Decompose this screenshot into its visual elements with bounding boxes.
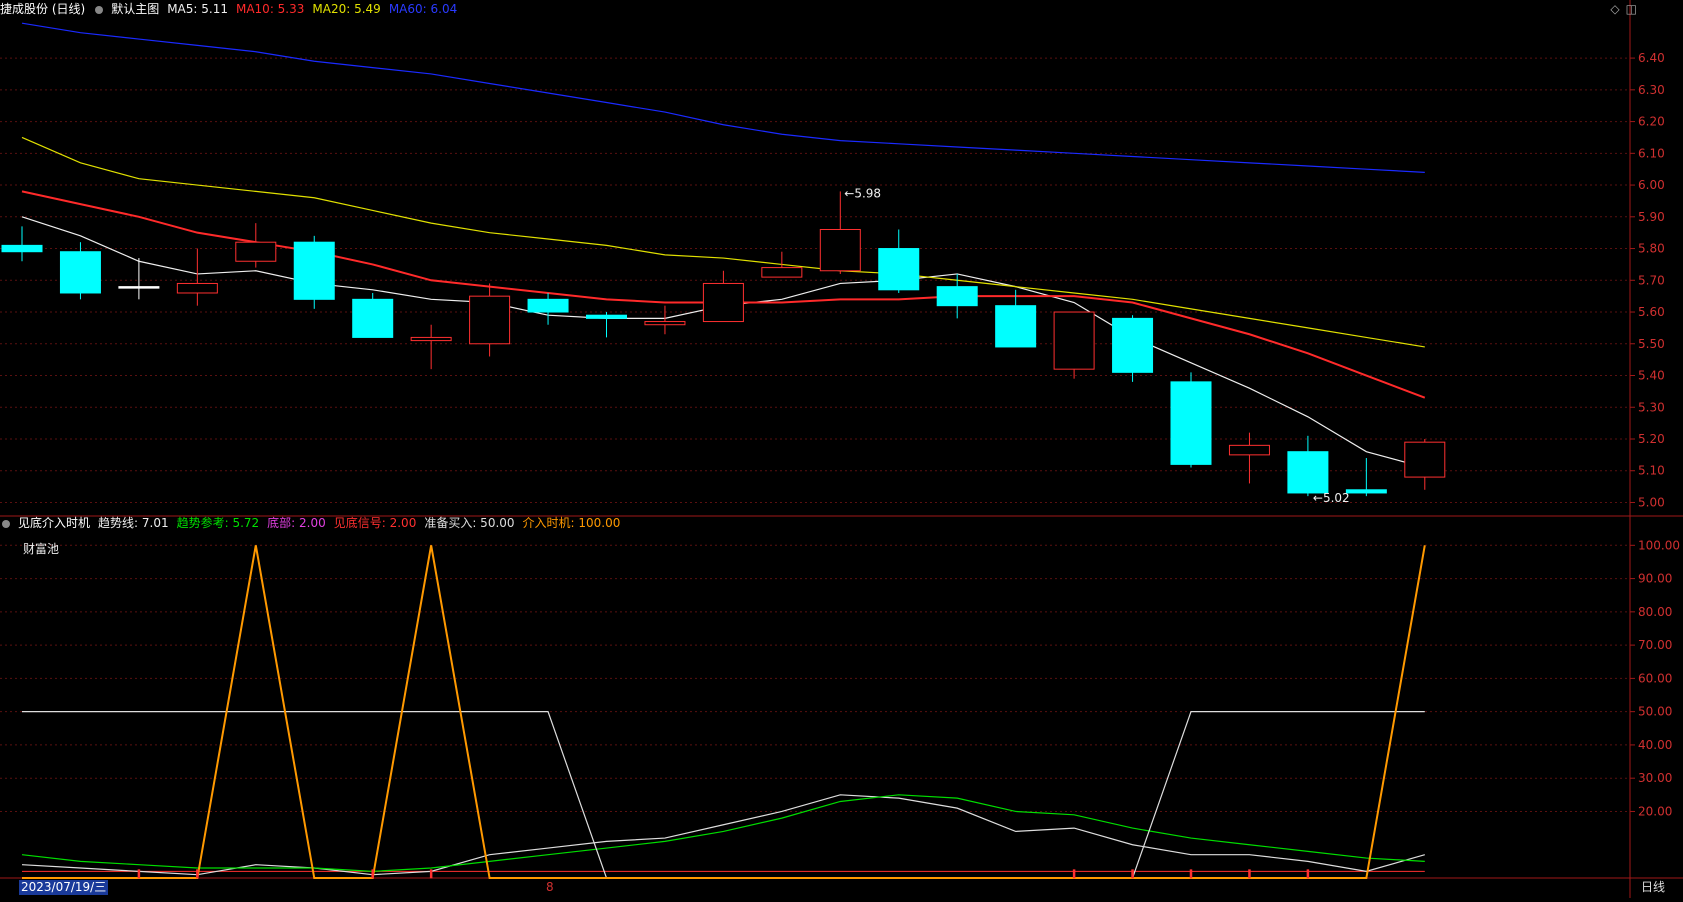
y-tick-label: 5.50 bbox=[1638, 337, 1665, 351]
candle-body bbox=[469, 295, 511, 345]
main-label[interactable]: 默认主图 bbox=[111, 2, 159, 16]
candle-body bbox=[1112, 317, 1154, 373]
y-tick-label: 80.00 bbox=[1638, 605, 1672, 619]
y-tick-label: 5.80 bbox=[1638, 242, 1665, 256]
y-tick-label: 6.20 bbox=[1638, 115, 1665, 129]
y-tick-label: 5.40 bbox=[1638, 369, 1665, 383]
sub-header: 见底介入时机 趋势线: 7.01 趋势参考: 5.72 底部: 2.00 见底信号: 2… bbox=[0, 514, 628, 532]
date-label: 2023/07/19/三 bbox=[19, 880, 109, 895]
panel-toggle-icon[interactable]: ◫ bbox=[1626, 2, 1637, 16]
candle-body bbox=[995, 305, 1037, 348]
low-price-label: ←5.02 bbox=[1313, 491, 1350, 505]
ma60-label: MA60: 6.04 bbox=[388, 2, 458, 16]
candle-body bbox=[761, 267, 803, 278]
candle-body bbox=[1404, 441, 1446, 478]
candle-body bbox=[644, 321, 686, 326]
bottom-signal-label: 见底信号: 2.00 bbox=[333, 516, 417, 530]
candle-body bbox=[878, 248, 920, 291]
bottom-label: 底部: 2.00 bbox=[267, 516, 326, 530]
candle-body bbox=[235, 241, 277, 262]
diamond-icon[interactable]: ◇ bbox=[1610, 2, 1619, 16]
ma-line-ma5 bbox=[21, 216, 1425, 469]
candle-body bbox=[702, 282, 744, 323]
main-header: 捷成股份 (日线) 默认主图 MA5: 5.11 MA10: 5.33 MA20: 5.… bbox=[0, 0, 465, 18]
y-tick-label: 50.00 bbox=[1638, 705, 1672, 719]
candle-body bbox=[1345, 489, 1387, 494]
y-tick-label: 60.00 bbox=[1638, 671, 1672, 685]
candle-body bbox=[819, 228, 861, 272]
candle-body bbox=[1, 244, 43, 253]
candle-body bbox=[352, 298, 394, 338]
candle-body bbox=[936, 286, 978, 307]
trend-ref-label: 趋势参考: 5.72 bbox=[176, 516, 260, 530]
y-tick-label: 5.70 bbox=[1638, 273, 1665, 287]
candle-body bbox=[586, 314, 627, 319]
pool-label: 财富池 bbox=[23, 542, 60, 556]
chart-stage[interactable]: 6.40 6.30 6.20 6.10 6.00 5.90 5.80 5.70 5.60 5.50… bbox=[0, 0, 1683, 898]
settings-icon[interactable] bbox=[95, 5, 104, 14]
y-tick-label: 90.00 bbox=[1638, 572, 1672, 586]
y-tick-label: 6.30 bbox=[1638, 83, 1665, 97]
y-tick-label: 5.30 bbox=[1638, 400, 1665, 414]
indicator-line bbox=[22, 711, 1425, 879]
y-tick-label: 5.20 bbox=[1638, 432, 1665, 446]
date-tick: 8 bbox=[546, 880, 554, 894]
candle-body bbox=[410, 336, 452, 342]
y-tick-label: 70.00 bbox=[1638, 638, 1672, 652]
y-tick-label: 6.00 bbox=[1638, 178, 1665, 192]
period-button[interactable]: 日线 bbox=[1637, 880, 1669, 895]
candle-body bbox=[176, 282, 218, 294]
ma-line-ma60 bbox=[21, 22, 1425, 173]
candle-body bbox=[1228, 444, 1270, 456]
y-tick-label: 5.00 bbox=[1638, 495, 1665, 509]
y-tick-label: 6.10 bbox=[1638, 146, 1665, 160]
ma20-label: MA20: 5.49 bbox=[312, 2, 381, 16]
high-price-label: ←5.98 bbox=[844, 186, 881, 200]
y-tick-label: 30.00 bbox=[1638, 771, 1672, 785]
stock-title: 捷成股份 (日线) bbox=[0, 2, 86, 16]
candle-body bbox=[1053, 311, 1095, 370]
candle-body bbox=[1287, 451, 1329, 494]
candle-body bbox=[118, 286, 160, 289]
y-tick-label: 6.40 bbox=[1638, 51, 1665, 65]
indicator-line bbox=[21, 794, 1425, 876]
candle-body bbox=[527, 298, 569, 313]
y-tick-label: 20.00 bbox=[1638, 804, 1672, 818]
kline-chart[interactable]: 6.40 6.30 6.20 6.10 6.00 5.90 5.80 5.70 5.60 5.50… bbox=[0, 0, 1683, 898]
window-controls: ◇ ◫ bbox=[1604, 2, 1637, 16]
y-tick-label: 5.60 bbox=[1638, 305, 1665, 319]
y-tick-label: 5.10 bbox=[1638, 464, 1665, 478]
candle-body bbox=[59, 251, 101, 294]
y-tick-label: 5.90 bbox=[1638, 210, 1665, 224]
ma5-label: MA5: 5.11 bbox=[167, 2, 228, 16]
indicator-name[interactable]: 见底介入时机 bbox=[18, 516, 90, 530]
ready-label: 准备买入: 50.00 bbox=[424, 516, 515, 530]
settings-icon[interactable] bbox=[2, 519, 10, 528]
indicator-line bbox=[21, 794, 1425, 872]
trend-label: 趋势线: 7.01 bbox=[98, 516, 169, 530]
candle-body bbox=[1170, 381, 1212, 465]
entry-label: 介入时机: 100.00 bbox=[522, 516, 621, 530]
y-tick-label: 100.00 bbox=[1638, 538, 1680, 552]
candle-body bbox=[293, 241, 335, 300]
ma10-label: MA10: 5.33 bbox=[235, 2, 305, 16]
y-tick-label: 40.00 bbox=[1638, 738, 1672, 752]
